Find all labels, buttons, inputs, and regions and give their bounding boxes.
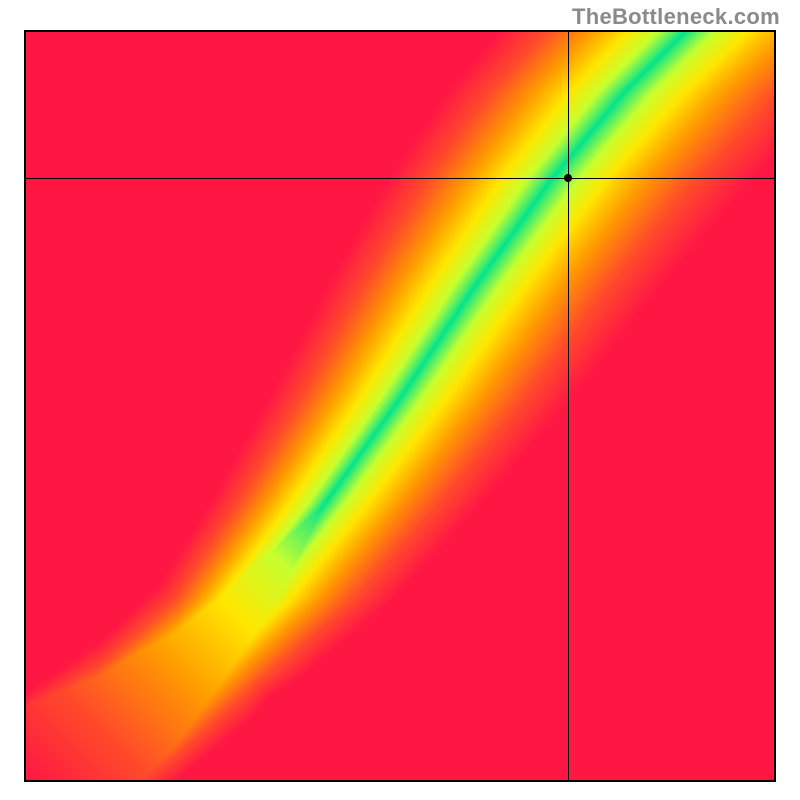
- heatmap-plot: [24, 30, 776, 782]
- heatmap-canvas: [26, 32, 774, 780]
- watermark-text: TheBottleneck.com: [572, 4, 780, 30]
